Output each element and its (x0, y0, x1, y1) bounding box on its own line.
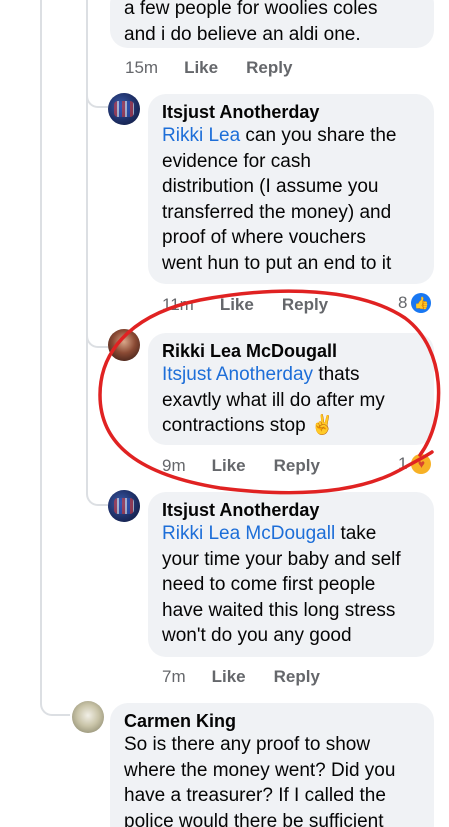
comment-bubble: Itsjust Anotherday Rikki Lea McDougall t… (148, 492, 434, 657)
comment-line: a few people for woolies coles (124, 0, 378, 19)
reaction-count: 8 (398, 293, 408, 312)
reply-button[interactable]: Reply (246, 58, 292, 78)
comment-line: went hun to put an end to it (162, 252, 392, 274)
reply-button[interactable]: Reply (282, 295, 328, 315)
comment-text-fragment: take (335, 523, 377, 544)
comment-time[interactable]: 11m (162, 295, 194, 315)
comment-line: and i do believe an aldi one. (124, 23, 361, 45)
comment-time[interactable]: 15m (125, 58, 158, 78)
like-icon: 👍 (411, 293, 432, 313)
care-icon: ♥ (411, 454, 432, 474)
like-button[interactable]: Like (220, 295, 254, 315)
comment-line: So is there any proof to show (124, 734, 371, 755)
comment-line: distribution (I assume you (162, 176, 379, 197)
like-button[interactable]: Like (184, 58, 218, 78)
comment-author[interactable]: Rikki Lea McDougall (162, 340, 420, 362)
comment-text: Rikki Lea McDougall take your time your … (162, 521, 420, 649)
comment-thread: a few people for woolies coles and i do … (0, 0, 449, 827)
comment-actions: 15m Like Reply (125, 58, 320, 78)
reaction-summary[interactable]: 8 👍 (398, 293, 432, 313)
comment-author[interactable]: Itsjust Anotherday (162, 101, 420, 123)
comment-text: Itsjust Anotherday thats exavtly what il… (162, 362, 420, 439)
mention-link[interactable]: Rikki Lea McDougall (162, 523, 335, 544)
reply-connector (40, 690, 70, 716)
comment-line: exavtly what ill do after my (162, 389, 385, 411)
avatar[interactable] (72, 701, 104, 733)
comment-line: Rikki Lea can you share the (162, 123, 420, 149)
comment-line: won't do you any good (162, 625, 352, 646)
mention-link[interactable]: Rikki Lea (162, 125, 240, 146)
comment-bubble: Rikki Lea McDougall Itsjust Anotherday t… (148, 333, 434, 445)
comment-line: Rikki Lea McDougall take (162, 521, 420, 547)
victory-hand-emoji: ✌️ (310, 415, 335, 436)
comment-text-fragment: contractions stop (162, 415, 306, 436)
comment-actions: 7m Like Reply (162, 667, 348, 687)
avatar[interactable] (108, 329, 140, 361)
reply-thread-line (86, 0, 88, 482)
comment-line: have a treasurer? If I called the (124, 785, 386, 806)
comment-text: Rikki Lea can you share the evidence for… (162, 123, 420, 276)
comment-time[interactable]: 9m (162, 456, 186, 476)
comment-line: Itsjust Anotherday thats (162, 362, 420, 388)
comment-actions: 11m Like Reply (162, 295, 356, 315)
comment-author[interactable]: Itsjust Anotherday (162, 499, 420, 521)
reaction-summary[interactable]: 1 ♥ (398, 454, 432, 474)
comment-line: transferred the money) and (162, 201, 392, 223)
comment-line: where the money went? Did you (124, 759, 396, 781)
comment-actions: 9m Like Reply (162, 456, 348, 476)
comment-time[interactable]: 7m (162, 667, 186, 687)
avatar[interactable] (108, 93, 140, 125)
reply-button[interactable]: Reply (274, 456, 320, 476)
reply-connector (86, 80, 108, 108)
comment-bubble: Carmen King So is there any proof to sho… (110, 703, 434, 827)
comment-line: contractions stop ✌️ (162, 413, 420, 439)
comment-line: evidence for cash (162, 150, 311, 172)
comment-author[interactable]: Carmen King (124, 710, 420, 732)
comment-line: have waited this long stress (162, 599, 396, 621)
comment-line: your time your baby and self (162, 548, 401, 570)
comment-line: police would there be sufficient (124, 810, 384, 827)
comment-text: a few people for woolies coles and i do … (124, 0, 420, 47)
reaction-count: 1 (398, 454, 408, 473)
comment-text-fragment: thats (313, 364, 360, 385)
comment-line: proof of where vouchers (162, 227, 366, 248)
thread-line (40, 0, 42, 700)
avatar[interactable] (108, 490, 140, 522)
reply-connector (86, 320, 108, 348)
like-button[interactable]: Like (212, 667, 246, 687)
comment-line: need to come first people (162, 574, 376, 595)
comment-text-fragment: can you share the (240, 125, 397, 146)
comment-bubble: Itsjust Anotherday Rikki Lea can you sha… (148, 94, 434, 284)
like-button[interactable]: Like (212, 456, 246, 476)
reply-connector (86, 478, 108, 506)
reply-button[interactable]: Reply (274, 667, 320, 687)
comment-text: So is there any proof to show where the … (124, 732, 420, 827)
mention-link[interactable]: Itsjust Anotherday (162, 364, 313, 385)
comment-bubble: a few people for woolies coles and i do … (110, 0, 434, 48)
